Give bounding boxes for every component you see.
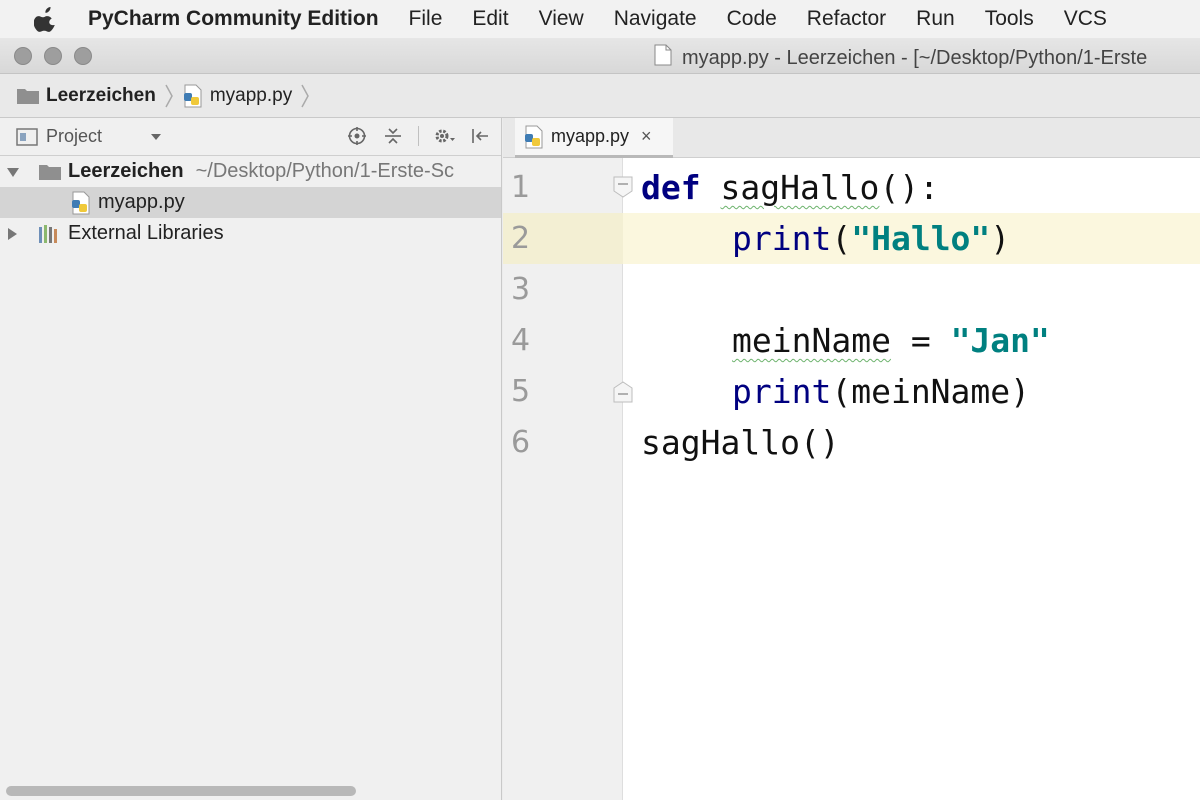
breadcrumb-separator-icon: [300, 83, 310, 109]
zoom-window-button[interactable]: [74, 47, 92, 65]
code-line[interactable]: 3: [503, 264, 1200, 315]
project-tree: Leerzeichen ~/Desktop/Python/1-Erste-Sc …: [0, 156, 501, 249]
line-number: 4: [511, 323, 531, 358]
code-line[interactable]: 1 def sagHallo():: [503, 162, 1200, 213]
tree-item-myapp[interactable]: myapp.py: [0, 187, 501, 218]
punctuation-token: ():: [879, 168, 940, 207]
window-title-text: myapp.py - Leerzeichen - [~/Desktop/Pyth…: [682, 46, 1148, 69]
variable-token: meinName: [732, 321, 891, 360]
navigation-bar: Leerzeichen myapp.py: [0, 74, 1200, 118]
project-panel-toolbar: Project: [0, 118, 501, 156]
line-number: 1: [511, 170, 531, 205]
tree-item-label: Leerzeichen: [68, 160, 184, 182]
code-editor: myapp.py × 1 def sagHallo(): 2 print("Ha…: [503, 118, 1200, 800]
editor-tab-bar: myapp.py ×: [503, 118, 1200, 158]
library-icon: [38, 224, 62, 244]
code-text: print("Hallo"): [641, 213, 1010, 264]
punctuation-token: (: [831, 219, 852, 258]
expand-arrow-down-icon[interactable]: [6, 166, 20, 178]
menu-run[interactable]: Run: [916, 7, 955, 31]
function-name-token: sagHallo: [720, 168, 880, 207]
menu-view[interactable]: View: [539, 7, 584, 31]
code-area[interactable]: 1 def sagHallo(): 2 print("Hallo") 3 4 m…: [503, 162, 1200, 468]
folder-icon: [38, 163, 62, 181]
breadcrumb-project-label: Leerzeichen: [46, 84, 156, 106]
project-view-icon: [16, 127, 38, 147]
menu-vcs[interactable]: VCS: [1064, 7, 1107, 31]
menu-code[interactable]: Code: [727, 7, 777, 31]
gear-icon[interactable]: [433, 125, 455, 147]
code-line-current[interactable]: 2 print("Hallo"): [503, 213, 1200, 264]
keyword-token: def: [641, 168, 701, 207]
window-title-bar: myapp.py - Leerzeichen - [~/Desktop/Pyth…: [0, 38, 1200, 74]
builtin-token: print: [732, 372, 832, 411]
builtin-token: print: [732, 219, 832, 258]
code-text: sagHallo(): [641, 417, 840, 468]
code-line[interactable]: 5 print(meinName): [503, 366, 1200, 417]
breadcrumb-file[interactable]: myapp.py: [182, 84, 292, 108]
close-tab-icon[interactable]: ×: [641, 126, 652, 147]
punctuation-token: ): [990, 219, 1011, 258]
minimize-window-button[interactable]: [44, 47, 62, 65]
close-window-button[interactable]: [14, 47, 32, 65]
tree-item-label: External Libraries: [68, 222, 224, 244]
python-file-icon: [182, 84, 204, 108]
string-token: "Jan": [950, 321, 1050, 360]
document-icon: [654, 44, 672, 72]
operator-token: =: [890, 321, 951, 360]
code-text: print(meinName): [641, 366, 1030, 417]
traffic-lights: [14, 47, 92, 65]
tree-item-project-root[interactable]: Leerzeichen ~/Desktop/Python/1-Erste-Sc: [0, 156, 501, 187]
python-file-icon: [523, 125, 545, 149]
line-number: 3: [511, 272, 531, 307]
editor-tab-label: myapp.py: [551, 126, 630, 146]
menu-file[interactable]: File: [409, 7, 443, 31]
line-number: 6: [511, 425, 531, 460]
tree-item-path: ~/Desktop/Python/1-Erste-Sc: [195, 160, 455, 182]
fold-marker-icon[interactable]: [611, 175, 635, 199]
code-line[interactable]: 6 sagHallo(): [503, 417, 1200, 468]
code-line[interactable]: 4 meinName = "Jan": [503, 315, 1200, 366]
expand-arrow-right-icon[interactable]: [6, 227, 20, 241]
breadcrumb-separator-icon: [164, 83, 174, 109]
project-panel: Project Leerzeichen ~/Desktop/Python/1-E…: [0, 118, 502, 800]
hide-panel-icon[interactable]: [469, 125, 491, 147]
apple-icon[interactable]: [34, 6, 60, 32]
collapse-all-icon[interactable]: [382, 125, 404, 147]
toolbar-divider: [418, 126, 419, 146]
arguments-token: (meinName): [831, 372, 1031, 411]
macos-menu-bar: PyCharm Community Edition File Edit View…: [0, 0, 1200, 38]
tree-item-label: myapp.py: [98, 191, 185, 213]
tree-item-external-libraries[interactable]: External Libraries: [0, 218, 501, 249]
menu-refactor[interactable]: Refactor: [807, 7, 886, 31]
menu-navigate[interactable]: Navigate: [614, 7, 697, 31]
horizontal-scrollbar[interactable]: [6, 786, 356, 796]
scroll-from-source-icon[interactable]: [346, 125, 368, 147]
breadcrumb-project[interactable]: Leerzeichen: [16, 85, 156, 107]
editor-tab-myapp[interactable]: myapp.py ×: [515, 118, 673, 158]
function-call-token: sagHallo(): [641, 423, 840, 462]
folder-icon: [16, 87, 40, 105]
project-view-selector[interactable]: Project: [46, 126, 102, 147]
line-number: 2: [503, 213, 623, 264]
breadcrumb-file-label: myapp.py: [209, 84, 293, 106]
project-panel-actions: [346, 125, 491, 147]
code-text: def sagHallo():: [641, 162, 939, 213]
app-name-menu[interactable]: PyCharm Community Edition: [88, 7, 379, 31]
window-title: myapp.py - Leerzeichen - [~/Desktop/Pyth…: [654, 44, 1147, 72]
line-number: 5: [511, 374, 531, 409]
chevron-down-icon[interactable]: [150, 133, 162, 141]
code-text: meinName = "Jan": [641, 315, 1050, 366]
fold-end-marker-icon[interactable]: [611, 380, 635, 404]
string-token: "Hallo": [851, 219, 991, 258]
python-file-icon: [70, 191, 92, 215]
menu-edit[interactable]: Edit: [472, 7, 508, 31]
menu-tools[interactable]: Tools: [985, 7, 1034, 31]
